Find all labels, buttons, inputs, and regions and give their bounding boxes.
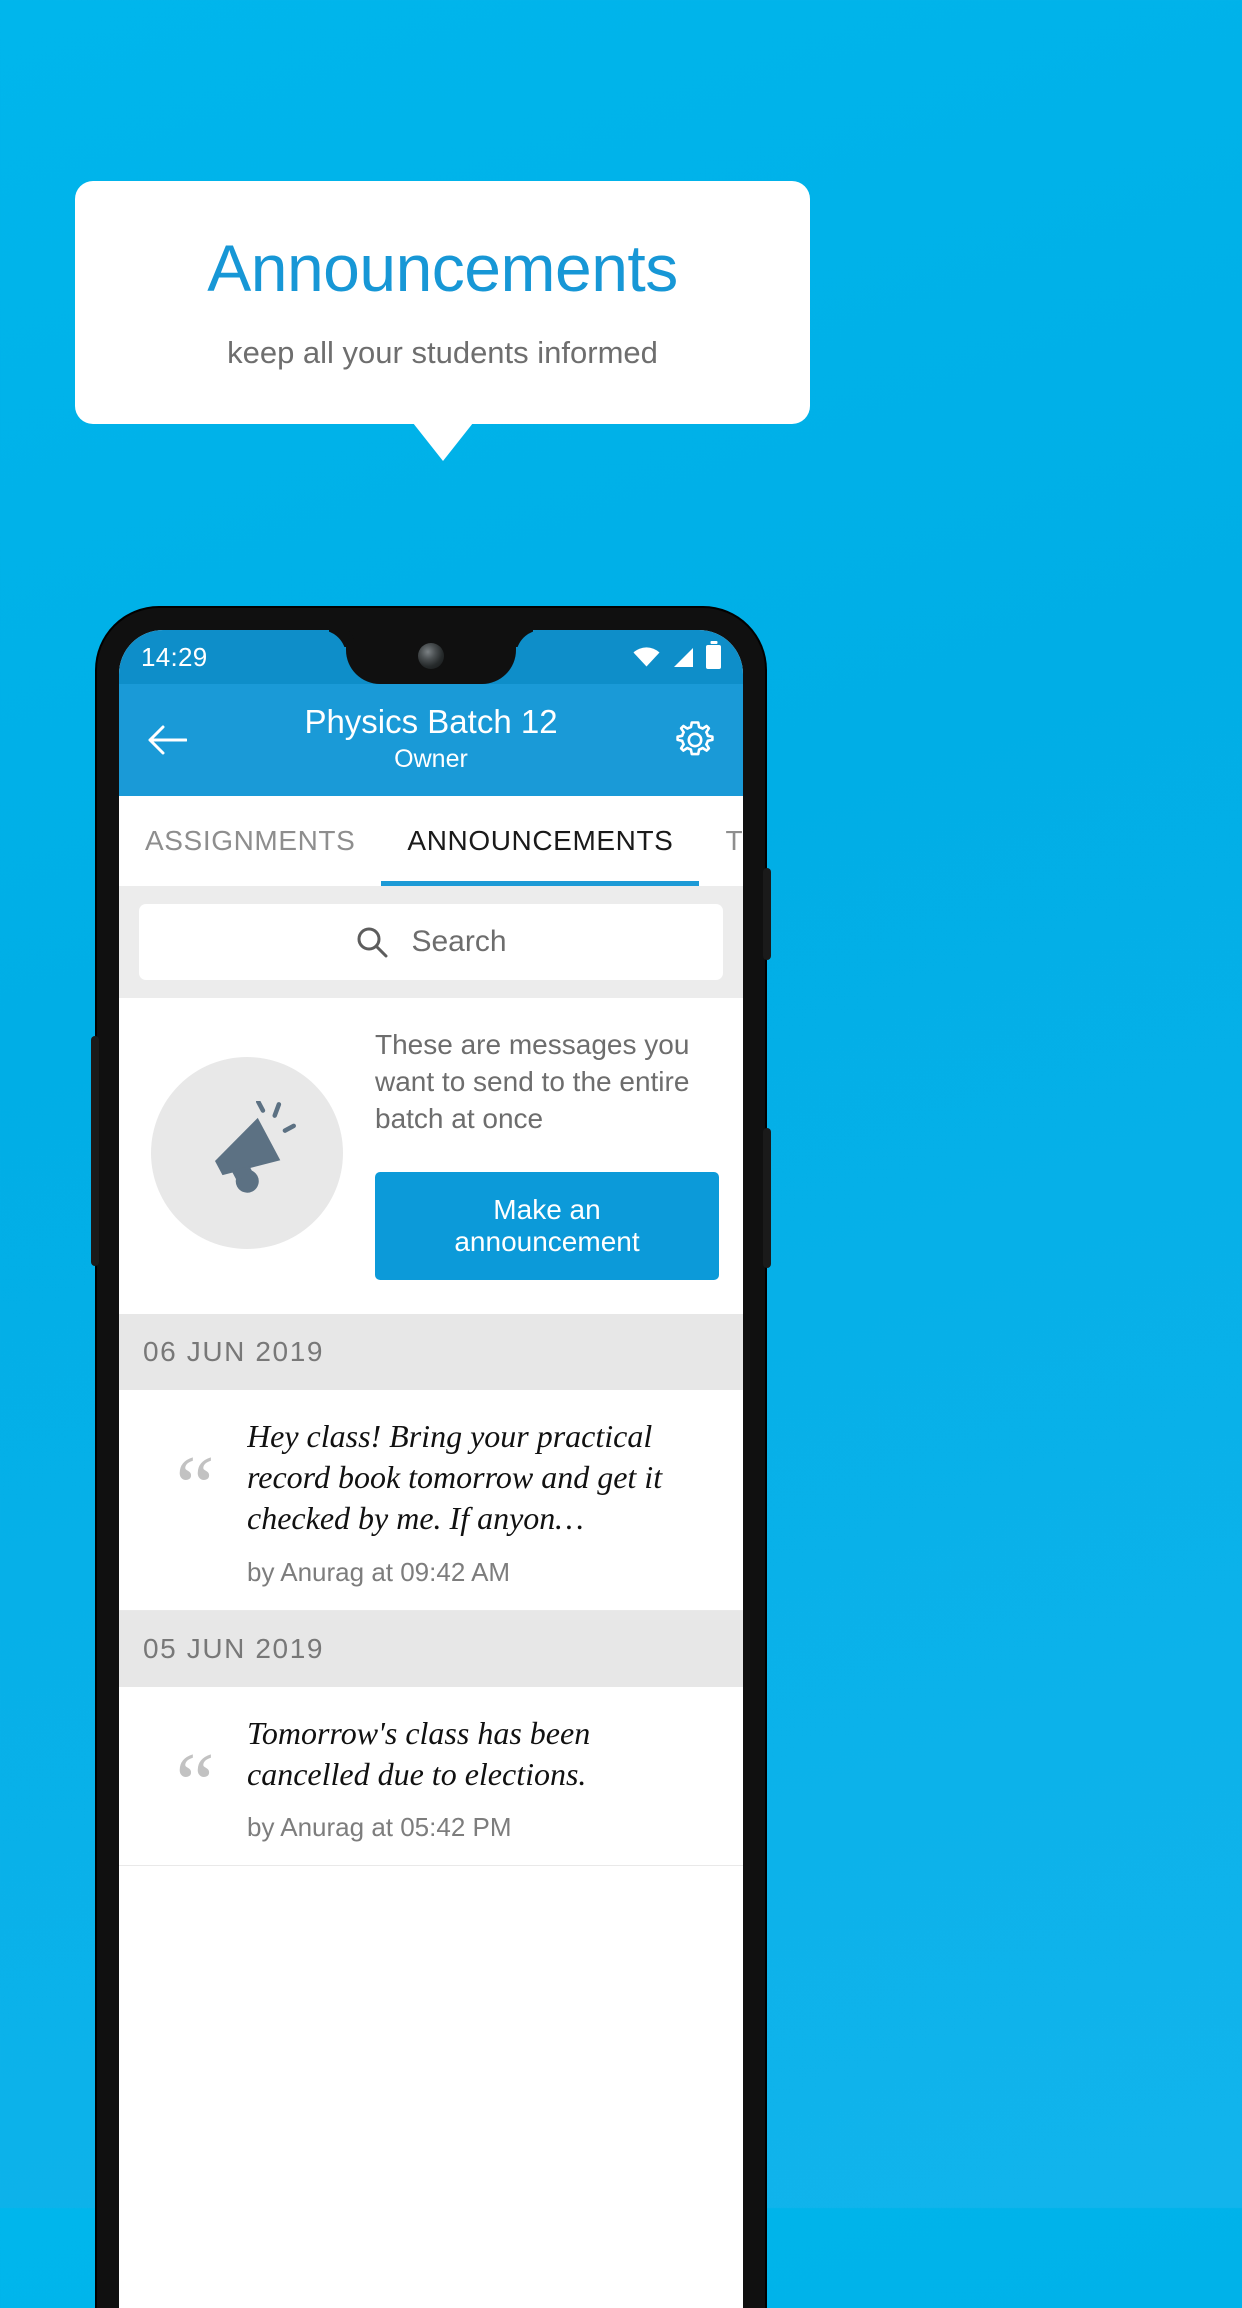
arrow-left-icon (148, 725, 187, 755)
announcement-text: Hey class! Bring your practical record b… (247, 1417, 663, 1536)
page-subtitle: Owner (394, 744, 468, 773)
tab-tests[interactable]: TESTS (699, 796, 743, 886)
announcement-body: Hey class! Bring your practical record b… (247, 1416, 719, 1588)
gear-icon (676, 721, 714, 756)
status-time: 14:29 (141, 641, 208, 672)
announcement-meta: by Anurag at 09:42 AM (247, 1556, 511, 1587)
page-title: Physics Batch 12 (304, 702, 558, 740)
promo-bubble-tail (413, 423, 473, 461)
quote-icon: “ (175, 1438, 215, 1536)
search-section: Search (119, 886, 743, 998)
megaphone-icon (214, 1100, 296, 1193)
back-button[interactable] (141, 714, 193, 766)
status-icons (633, 645, 721, 669)
promo-subtitle: keep all your students informed (227, 335, 658, 371)
app-bar: Physics Batch 12 Owner (119, 684, 743, 796)
announcement-promo-banner: These are messages you want to send to t… (119, 998, 743, 1314)
announcement-item[interactable]: “ Tomorrow's class has been cancelled du… (119, 1686, 743, 1867)
phone-frame: 14:29 Physics Batch 12 Owner ASSIGNMENTS… (91, 608, 771, 2308)
quote-icon: “ (175, 1735, 215, 1833)
promo-title: Announcements (207, 230, 678, 305)
phone-left-button[interactable] (91, 1036, 99, 1266)
banner-text: These are messages you want to send to t… (375, 1029, 690, 1135)
promo-card: Announcements keep all your students inf… (75, 181, 810, 424)
date-header: 06 JUN 2019 (119, 1313, 743, 1390)
make-announcement-button[interactable]: Make an announcement (375, 1171, 719, 1280)
search-placeholder: Search (411, 925, 507, 958)
phone-power-button[interactable] (763, 868, 771, 960)
signal-icon (674, 647, 693, 667)
search-input[interactable]: Search (139, 904, 723, 980)
announcement-meta: by Anurag at 05:42 PM (247, 1812, 512, 1843)
app-bar-titles: Physics Batch 12 Owner (193, 703, 669, 775)
banner-content: These are messages you want to send to t… (375, 1026, 719, 1280)
phone-screen: 14:29 Physics Batch 12 Owner ASSIGNMENTS… (119, 630, 743, 2308)
date-header: 05 JUN 2019 (119, 1610, 743, 1687)
announcement-item[interactable]: “ Hey class! Bring your practical record… (119, 1389, 743, 1611)
front-camera (418, 643, 444, 669)
megaphone-badge (151, 1056, 343, 1249)
tab-assignments[interactable]: ASSIGNMENTS (119, 796, 381, 886)
announcement-text: Tomorrow's class has been cancelled due … (247, 1714, 591, 1792)
phone-volume-button[interactable] (763, 1128, 771, 1268)
settings-button[interactable] (669, 714, 721, 766)
announcement-body: Tomorrow's class has been cancelled due … (247, 1713, 719, 1844)
battery-icon (706, 645, 721, 669)
wifi-icon (633, 647, 660, 667)
tab-announcements[interactable]: ANNOUNCEMENTS (381, 796, 700, 886)
tab-bar[interactable]: ASSIGNMENTS ANNOUNCEMENTS TESTS ' (119, 796, 743, 886)
search-icon (357, 927, 388, 958)
